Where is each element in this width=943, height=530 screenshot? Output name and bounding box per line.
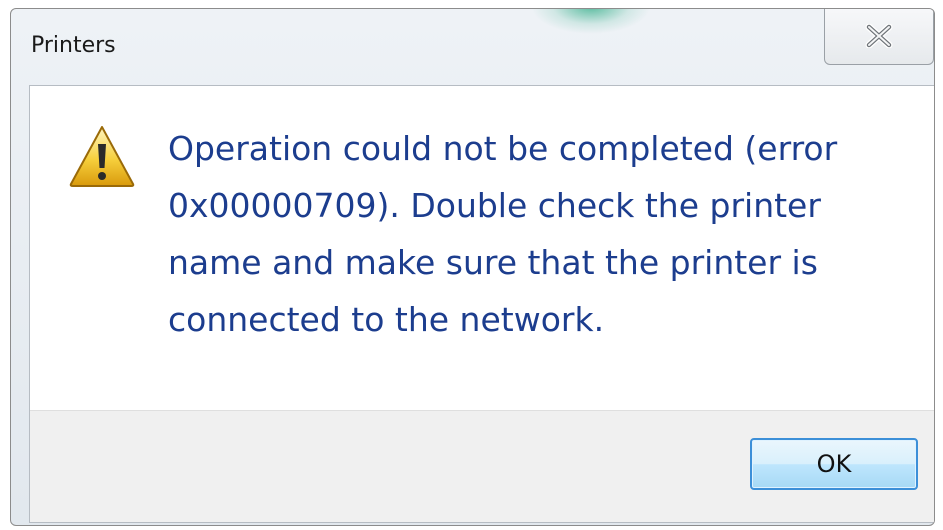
title-bar-glow <box>531 9 651 34</box>
close-icon <box>865 24 893 48</box>
window-title: Printers <box>31 33 116 58</box>
message-line: name and make sure that the printer is <box>168 243 818 282</box>
message-area: Operation could not be completed (error … <box>30 86 934 410</box>
message-line: 0x00000709). Double check the printer <box>168 186 821 225</box>
ok-button[interactable]: OK <box>750 438 918 490</box>
error-message: Operation could not be completed (error … <box>168 120 928 348</box>
message-line: connected to the network. <box>168 300 605 339</box>
message-line: Operation could not be completed (error <box>168 129 838 168</box>
button-bar: OK <box>30 410 934 522</box>
dialog-body: Operation could not be completed (error … <box>29 85 934 523</box>
dialog-window: Printers Operation could not be complete… <box>10 8 935 526</box>
warning-icon <box>69 126 135 187</box>
close-button[interactable] <box>824 9 934 65</box>
